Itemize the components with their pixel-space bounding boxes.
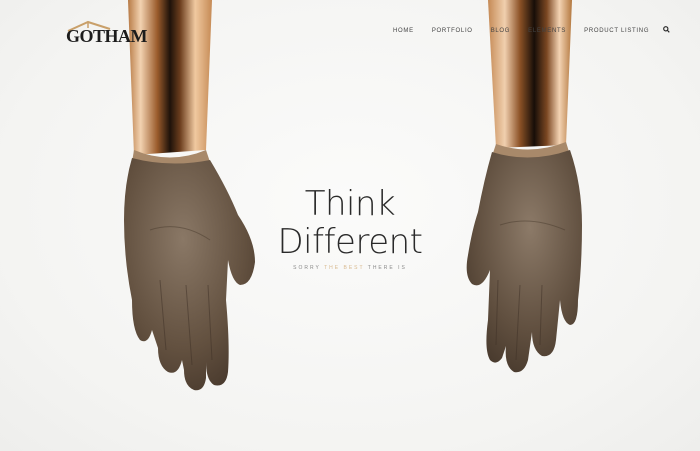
search-button[interactable] xyxy=(663,26,670,36)
nav-item-elements[interactable]: ELEMENTS xyxy=(528,27,566,35)
tagline-prefix: SORRY xyxy=(293,265,321,271)
tagline-accent: THE BEST xyxy=(324,265,365,271)
nav-item-portfolio[interactable]: PORTFOLIO xyxy=(432,27,473,35)
main-nav: HOME PORTFOLIO BLOG ELEMENTS PRODUCT LIS… xyxy=(393,26,670,36)
nav-item-home[interactable]: HOME xyxy=(393,27,414,35)
logo-text: GOTHAM xyxy=(66,26,148,46)
hero-title-line1: Think xyxy=(304,184,396,224)
nav-item-product-listing[interactable]: PRODUCT LISTING xyxy=(584,27,649,35)
brand-logo[interactable]: GOTHAM xyxy=(66,20,148,46)
nav-item-blog[interactable]: BLOG xyxy=(491,27,510,35)
hero-title-line2: Different xyxy=(277,222,423,262)
hero-tagline: SORRY THE BEST THERE IS xyxy=(0,265,700,271)
tagline-suffix: THERE IS xyxy=(367,265,407,271)
search-icon xyxy=(663,26,670,33)
